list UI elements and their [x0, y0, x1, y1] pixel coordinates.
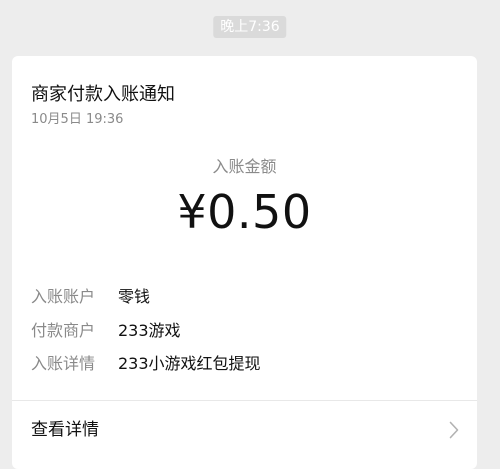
chevron-right-icon: [449, 421, 459, 439]
detail-row-account: 入账账户 零钱: [31, 285, 150, 309]
notification-date: 10月5日 19:36: [31, 112, 124, 127]
detail-value: 零钱: [118, 287, 151, 306]
detail-value: 233游戏: [118, 321, 181, 340]
payment-notification-card[interactable]: 商家付款入账通知 10月5日 19:36 入账金额 ¥0.50 入账账户 零钱 付…: [12, 56, 477, 469]
detail-key: 入账详情: [31, 354, 96, 373]
detail-key: 付款商户: [31, 321, 96, 340]
detail-key: 入账账户: [31, 287, 96, 306]
detail-row-merchant: 付款商户 233游戏: [31, 319, 181, 343]
notification-title: 商家付款入账通知: [31, 84, 175, 105]
amount-value: ¥0.50: [177, 185, 312, 239]
amount-label: 入账金额: [212, 157, 277, 176]
view-details-link[interactable]: 查看详情: [12, 401, 477, 459]
view-details-label: 查看详情: [31, 420, 99, 440]
detail-row-description: 入账详情 233小游戏红包提现: [31, 352, 261, 376]
message-timestamp: 晚上7:36: [213, 16, 287, 38]
detail-value: 233小游戏红包提现: [118, 354, 261, 373]
